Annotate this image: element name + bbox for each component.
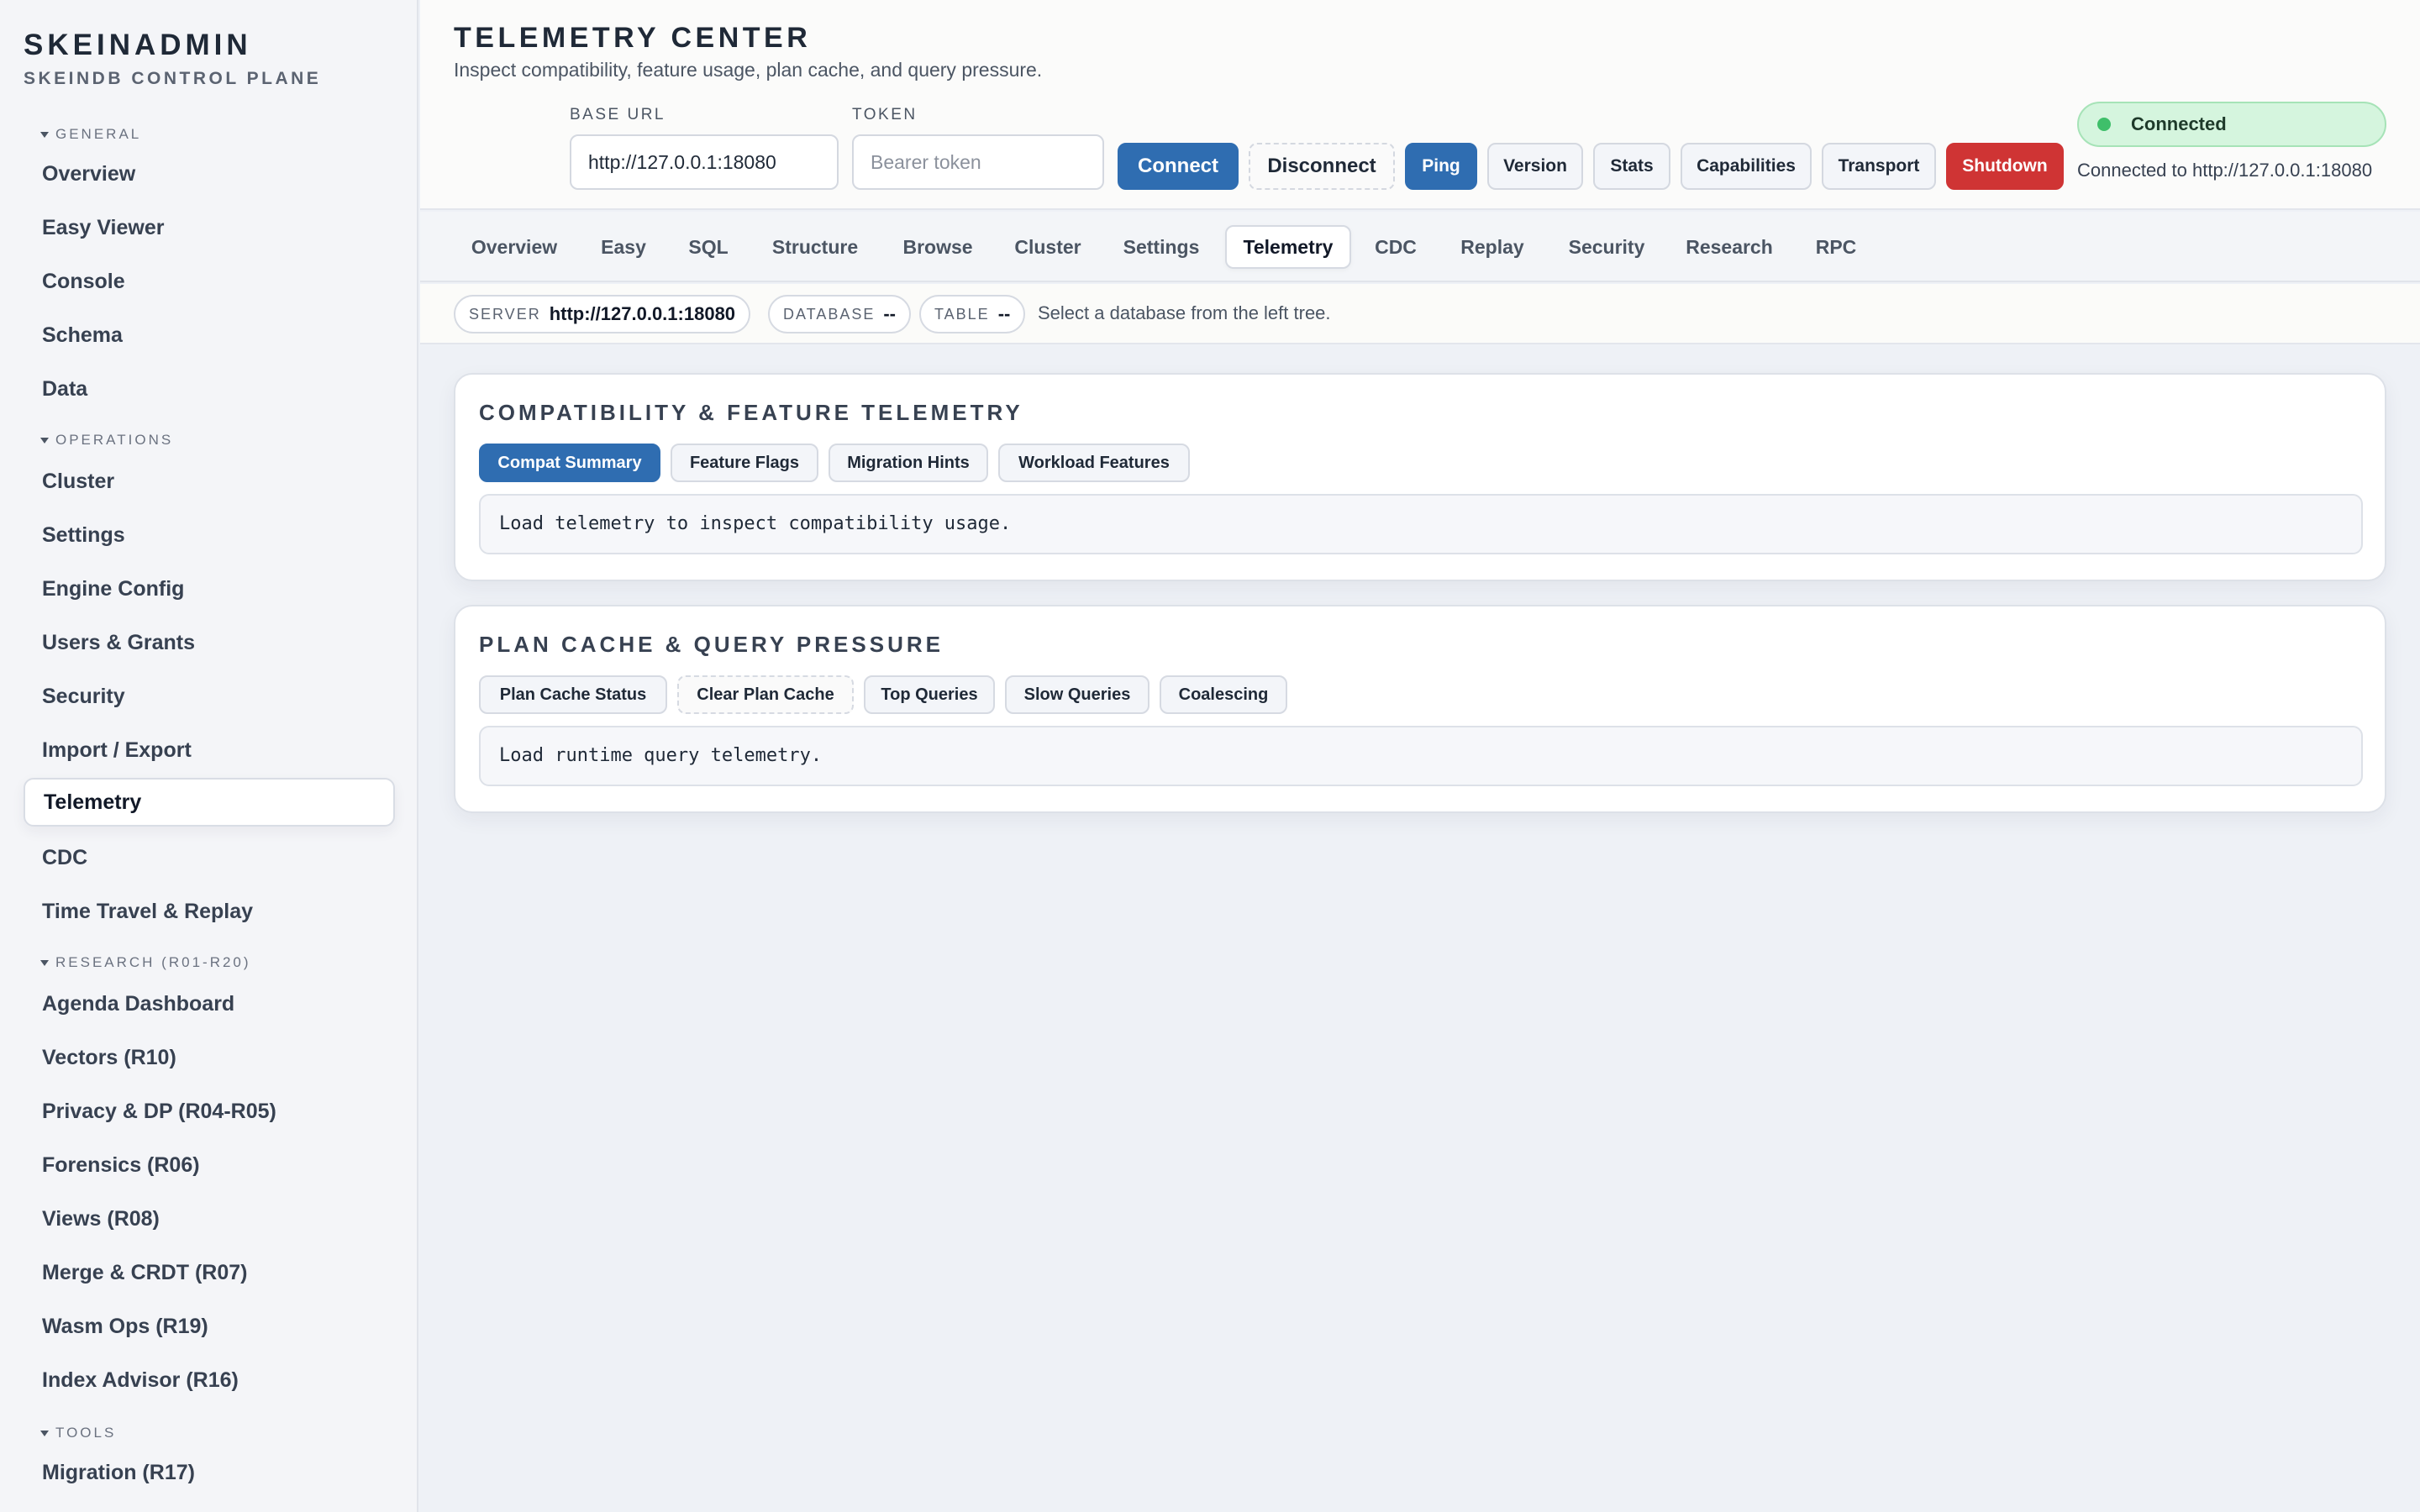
- table-key: TABLE: [934, 305, 990, 323]
- sidebar-item-security[interactable]: Security: [24, 672, 395, 721]
- sidebar-item-telemetry[interactable]: Telemetry: [24, 778, 395, 827]
- section-label: OPERATIONS: [55, 432, 174, 448]
- ping-button[interactable]: Ping: [1405, 143, 1477, 190]
- sidebar-item-forensics[interactable]: Forensics (R06): [24, 1141, 395, 1189]
- tab-sql[interactable]: SQL: [672, 225, 744, 269]
- sidebar-item-import-export[interactable]: Import / Export: [24, 726, 395, 774]
- plan-cache-panel: PLAN CACHE & QUERY PRESSURE Plan Cache S…: [454, 605, 2386, 813]
- sidebar-item-agenda-dashboard[interactable]: Agenda Dashboard: [24, 979, 395, 1028]
- tab-browse[interactable]: Browse: [886, 225, 990, 269]
- section-operations[interactable]: OPERATIONS: [40, 432, 173, 449]
- sidebar-item-data[interactable]: Data: [24, 365, 395, 413]
- status-dot-icon: [2097, 118, 2111, 131]
- transport-button[interactable]: Transport: [1822, 143, 1936, 190]
- sidebar-item-time-travel-replay[interactable]: Time Travel & Replay: [24, 887, 395, 936]
- stats-button[interactable]: Stats: [1593, 143, 1670, 190]
- sidebar-item-cdc[interactable]: CDC: [24, 833, 395, 882]
- sidebar-item-views[interactable]: Views (R08): [24, 1194, 395, 1243]
- page-subtitle: Inspect compatibility, feature usage, pl…: [454, 59, 1043, 81]
- sidebar-item-engine-config[interactable]: Engine Config: [24, 564, 395, 613]
- tab-easy[interactable]: Easy: [583, 225, 664, 269]
- context-bar: SERVER http://127.0.0.1:18080 DATABASE -…: [420, 284, 2420, 344]
- tab-settings[interactable]: Settings: [1106, 225, 1217, 269]
- feature-flags-button[interactable]: Feature Flags: [671, 444, 818, 482]
- server-key: SERVER: [469, 305, 541, 323]
- tab-security[interactable]: Security: [1553, 225, 1660, 269]
- sidebar-item-cluster[interactable]: Cluster: [24, 457, 395, 506]
- section-label: TOOLS: [55, 1425, 117, 1441]
- chevron-down-icon: [40, 1430, 49, 1436]
- context-message: Select a database from the left tree.: [1038, 302, 1331, 323]
- tab-research[interactable]: Research: [1669, 225, 1790, 269]
- section-general[interactable]: GENERAL: [40, 126, 141, 143]
- version-button[interactable]: Version: [1487, 143, 1583, 190]
- sidebar-item-migration[interactable]: Migration (R17): [24, 1448, 395, 1497]
- section-label: RESEARCH (R01-R20): [55, 954, 251, 970]
- server-chip: SERVER http://127.0.0.1:18080: [454, 295, 751, 333]
- sidebar-item-easy-viewer[interactable]: Easy Viewer: [24, 203, 395, 252]
- chevron-down-icon: [40, 959, 49, 966]
- tab-cluster[interactable]: Cluster: [998, 225, 1097, 269]
- sidebar-item-merge-crdt[interactable]: Merge & CRDT (R07): [24, 1248, 395, 1297]
- sidebar-item-index-advisor[interactable]: Index Advisor (R16): [24, 1356, 395, 1404]
- coalescing-button[interactable]: Coalescing: [1160, 675, 1287, 714]
- token-label: TOKEN: [852, 106, 918, 123]
- brand-title: SKEINADMIN: [24, 29, 252, 61]
- base-url-input[interactable]: [570, 134, 839, 190]
- shutdown-button[interactable]: Shutdown: [1946, 143, 2064, 190]
- sidebar-item-schema[interactable]: Schema: [24, 311, 395, 360]
- sidebar-item-users-grants[interactable]: Users & Grants: [24, 618, 395, 667]
- connection-status-badge: Connected: [2077, 102, 2386, 147]
- section-research[interactable]: RESEARCH (R01-R20): [40, 954, 251, 971]
- sidebar-item-console[interactable]: Console: [24, 257, 395, 306]
- sidebar-item-settings[interactable]: Settings: [24, 511, 395, 559]
- connect-button[interactable]: Connect: [1118, 143, 1239, 190]
- base-url-label: BASE URL: [570, 106, 666, 123]
- panel-title: PLAN CACHE & QUERY PRESSURE: [479, 632, 944, 657]
- section-label: GENERAL: [55, 126, 142, 142]
- tab-replay[interactable]: Replay: [1440, 225, 1544, 269]
- page-title: TELEMETRY CENTER: [454, 22, 812, 54]
- slow-queries-button[interactable]: Slow Queries: [1005, 675, 1150, 714]
- sidebar-item-vectors[interactable]: Vectors (R10): [24, 1033, 395, 1082]
- table-chip: TABLE --: [919, 295, 1026, 333]
- panel-title: COMPATIBILITY & FEATURE TELEMETRY: [479, 400, 1023, 425]
- server-value: http://127.0.0.1:18080: [549, 303, 736, 324]
- database-key: DATABASE: [783, 305, 876, 323]
- migration-hints-button[interactable]: Migration Hints: [829, 444, 988, 482]
- tab-telemetry[interactable]: Telemetry: [1225, 225, 1351, 269]
- chevron-down-icon: [40, 131, 49, 138]
- capabilities-button[interactable]: Capabilities: [1681, 143, 1812, 190]
- database-value: --: [883, 303, 897, 324]
- tab-structure[interactable]: Structure: [753, 225, 877, 269]
- sidebar-item-privacy-dp[interactable]: Privacy & DP (R04-R05): [24, 1087, 395, 1136]
- plan-output: Load runtime query telemetry.: [479, 726, 2363, 786]
- compat-output: Load telemetry to inspect compatibility …: [479, 494, 2363, 554]
- sidebar-item-wasm-ops[interactable]: Wasm Ops (R19): [24, 1302, 395, 1351]
- tab-rpc[interactable]: RPC: [1798, 225, 1874, 269]
- compat-summary-button[interactable]: Compat Summary: [479, 444, 660, 482]
- tab-bar: Overview Easy SQL Structure Browse Clust…: [420, 212, 2420, 282]
- brand-subtitle: SKEINDB CONTROL PLANE: [24, 69, 322, 88]
- status-detail: Connected to http://127.0.0.1:18080: [2077, 160, 2373, 181]
- disconnect-button[interactable]: Disconnect: [1249, 143, 1395, 190]
- table-value: --: [997, 303, 1011, 324]
- sidebar: SKEINADMIN SKEINDB CONTROL PLANE GENERAL…: [0, 0, 418, 1512]
- plan-cache-status-button[interactable]: Plan Cache Status: [479, 675, 667, 714]
- token-input[interactable]: [852, 134, 1104, 190]
- database-chip: DATABASE --: [768, 295, 912, 333]
- status-label: Connected: [2131, 113, 2227, 134]
- page-header: TELEMETRY CENTER Inspect compatibility, …: [420, 0, 2420, 210]
- section-tools[interactable]: TOOLS: [40, 1425, 116, 1441]
- compat-telemetry-panel: COMPATIBILITY & FEATURE TELEMETRY Compat…: [454, 373, 2386, 581]
- workload-features-button[interactable]: Workload Features: [998, 444, 1190, 482]
- top-queries-button[interactable]: Top Queries: [864, 675, 995, 714]
- sidebar-item-overview[interactable]: Overview: [24, 150, 395, 198]
- chevron-down-icon: [40, 437, 49, 444]
- tab-overview[interactable]: Overview: [454, 225, 575, 269]
- clear-plan-cache-button[interactable]: Clear Plan Cache: [677, 675, 854, 714]
- tab-cdc[interactable]: CDC: [1360, 225, 1432, 269]
